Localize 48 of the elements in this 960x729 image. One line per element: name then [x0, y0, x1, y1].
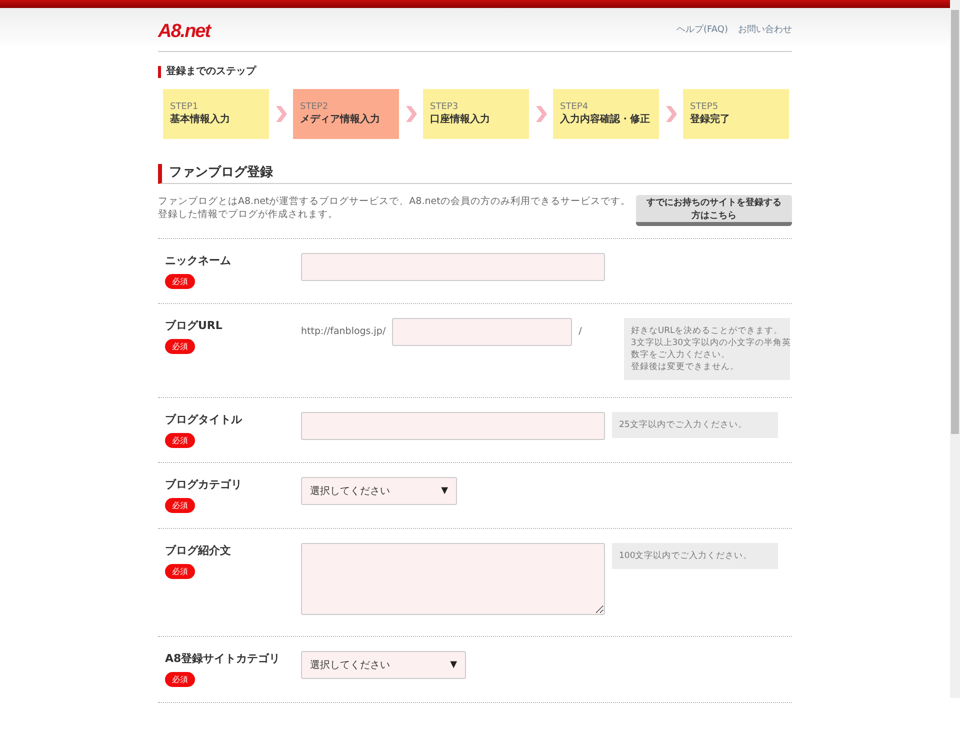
- required-badge: 必須: [165, 498, 195, 513]
- url-field[interactable]: [392, 318, 572, 346]
- chevron-icon: [405, 106, 417, 122]
- caret-icon: ▼: [450, 660, 457, 670]
- step-label: 口座情報入力: [430, 113, 491, 127]
- required-badge: 必須: [165, 339, 195, 354]
- field-label: ニックネーム: [165, 253, 231, 268]
- required-badge: 必須: [165, 564, 195, 579]
- field-label: ブログURL: [165, 318, 222, 333]
- text-field[interactable]: [301, 253, 605, 281]
- url-prefix: http://fanblogs.jp/: [301, 325, 386, 339]
- field-label: ブログカテゴリ: [165, 477, 242, 492]
- step-number: STEP4: [560, 102, 589, 113]
- hint-text: 25文字以内でご入力ください。: [612, 412, 778, 438]
- select-dropdown[interactable]: 選択してください ▼: [301, 651, 466, 679]
- section-heading: 登録までのステップ: [158, 66, 792, 78]
- caret-icon: ▼: [441, 486, 448, 496]
- chevron-icon: [665, 106, 677, 122]
- field-label: A8登録サイトカテゴリ: [165, 651, 280, 666]
- required-badge: 必須: [165, 672, 195, 687]
- field-label: ブログ紹介文: [165, 543, 231, 558]
- step-number: STEP5: [690, 102, 720, 113]
- required-badge: 必須: [165, 433, 195, 448]
- chevron-icon: [535, 106, 547, 122]
- form-title: ファンブログ登録: [158, 164, 792, 184]
- step-number: STEP3: [430, 102, 460, 113]
- logo[interactable]: A8.net: [158, 16, 210, 42]
- chevron-icon: [275, 106, 287, 122]
- step-number: STEP1: [170, 102, 200, 113]
- step-label: 基本情報入力: [170, 113, 231, 127]
- header-link[interactable]: ヘルプ(FAQ): [676, 23, 728, 36]
- text-field[interactable]: [301, 412, 605, 440]
- step-label: メディア情報入力: [300, 113, 381, 127]
- header-link[interactable]: お問い合わせ: [738, 23, 792, 36]
- existing-site-button[interactable]: すでにお持ちのサイトを登録する方はこちら: [636, 195, 792, 226]
- hint-text: 100文字以内でご入力ください。: [612, 543, 778, 569]
- url-suffix: /: [578, 325, 582, 339]
- description-text: 登録した情報でブログが作成されます。: [158, 208, 339, 221]
- field-label: ブログタイトル: [165, 412, 242, 427]
- hint-text: 好きなURLを決めることができます。 3文字以上30文字以内の小文字の半角英 数字をご入力ください。 登録後は変更できません。: [624, 318, 790, 380]
- step-label: 入力内容確認・修正: [560, 113, 651, 127]
- scrollbar[interactable]: [950, 0, 960, 698]
- step-number: STEP2: [300, 102, 330, 113]
- select-dropdown[interactable]: 選択してください ▼: [301, 477, 457, 505]
- textarea-field[interactable]: [301, 543, 605, 615]
- required-badge: 必須: [165, 274, 195, 289]
- description-text: ファンブログとはA8.netが運営するブログサービスで、A8.netの会員の方のみ利用できるサービスです。: [158, 195, 630, 208]
- step-label: 登録完了: [690, 113, 731, 127]
